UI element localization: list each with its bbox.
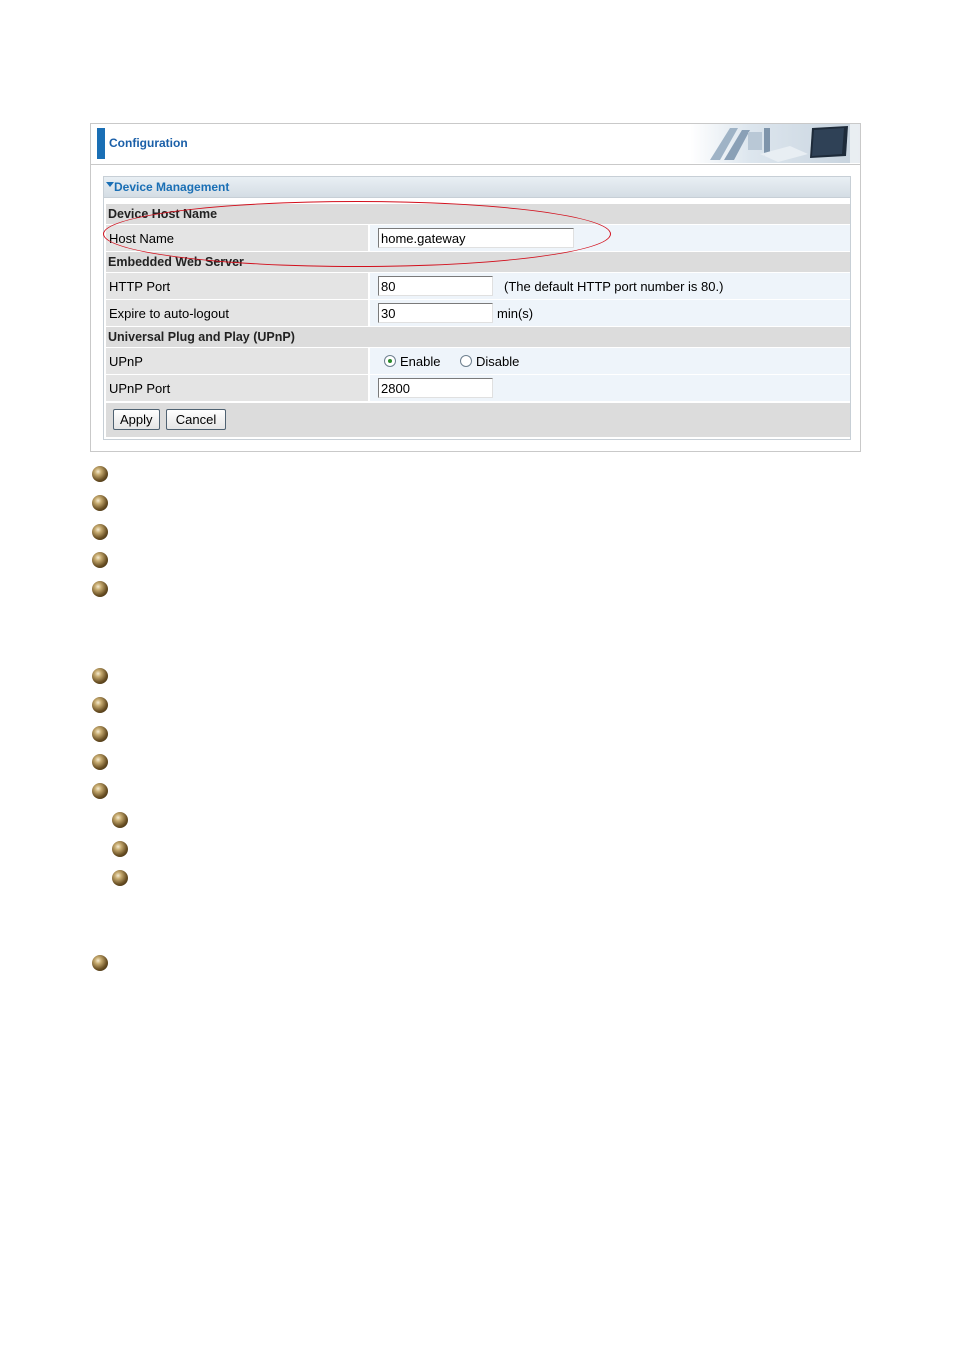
expire-unit: min(s)	[497, 306, 534, 321]
field-value-cell: Enable Disable	[370, 348, 850, 374]
upnp-label: UPnP	[109, 354, 143, 369]
device-management-title: Device Management	[114, 180, 230, 194]
field-label-cell: UPnP Port	[106, 375, 368, 401]
bullet-icon	[92, 754, 108, 770]
bullet-icon	[92, 955, 108, 971]
upnp-disable-radio[interactable]	[460, 355, 472, 367]
bullet-icon	[92, 466, 108, 482]
row-upnp: UPnP Enable Disable	[106, 348, 850, 374]
group-device-host-name: Device Host Name	[106, 204, 850, 224]
bullet-icon	[92, 668, 108, 684]
row-upnp-port: UPnP Port	[106, 375, 850, 401]
group-title: Embedded Web Server	[108, 255, 244, 269]
sub-bullet-icon	[112, 870, 128, 886]
header-accent-bar	[97, 128, 105, 159]
upnp-port-label: UPnP Port	[109, 381, 171, 396]
expire-input[interactable]	[378, 303, 493, 323]
group-title: Device Host Name	[108, 207, 218, 221]
bullet-icon	[92, 697, 108, 713]
bullet-icon	[92, 783, 108, 799]
http-port-label: HTTP Port	[109, 279, 171, 294]
field-label-cell: HTTP Port	[106, 273, 368, 299]
bullet-icon	[92, 726, 108, 742]
row-host-name: Host Name	[106, 225, 850, 251]
configuration-header: Configuration	[91, 124, 860, 165]
upnp-disable-label[interactable]: Disable	[476, 354, 519, 369]
cancel-button[interactable]: Cancel	[166, 409, 226, 430]
bullet-icon	[92, 495, 108, 511]
collapse-triangle-icon[interactable]	[106, 182, 114, 187]
host-name-label: Host Name	[109, 231, 175, 246]
http-port-note: (The default HTTP port number is 80.)	[504, 279, 724, 294]
button-row: Apply Cancel	[106, 403, 850, 437]
row-expire-auto-logout: Expire to auto-logout min(s)	[106, 300, 850, 326]
configuration-panel: Configuration Device Management Device H…	[90, 123, 861, 452]
row-http-port: HTTP Port (The default HTTP port number …	[106, 273, 850, 299]
field-label-cell: Expire to auto-logout	[106, 300, 368, 326]
bullet-icon	[92, 552, 108, 568]
group-upnp: Universal Plug and Play (UPnP)	[106, 327, 850, 347]
field-value-cell	[370, 375, 850, 401]
device-management-box: Device Management Device Host Name Host …	[103, 176, 851, 440]
device-management-title-bar[interactable]: Device Management	[104, 177, 850, 198]
bullet-icon	[92, 581, 108, 597]
field-value-cell: (The default HTTP port number is 80.)	[370, 273, 850, 299]
page-title: Configuration	[109, 136, 188, 150]
upnp-enable-radio[interactable]	[384, 355, 396, 367]
expire-label: Expire to auto-logout	[109, 306, 229, 321]
upnp-port-input[interactable]	[378, 378, 493, 398]
sub-bullet-icon	[112, 841, 128, 857]
http-port-input[interactable]	[378, 276, 493, 296]
field-value-cell	[370, 225, 850, 251]
bullet-icon	[92, 524, 108, 540]
office-banner-icon	[690, 124, 860, 163]
field-label-cell: UPnP	[106, 348, 368, 374]
host-name-input[interactable]	[378, 228, 574, 248]
field-value-cell: min(s)	[370, 300, 850, 326]
field-label-cell: Host Name	[106, 225, 368, 251]
upnp-enable-label[interactable]: Enable	[400, 354, 440, 369]
group-title: Universal Plug and Play (UPnP)	[108, 330, 295, 344]
sub-bullet-icon	[112, 812, 128, 828]
apply-button[interactable]: Apply	[113, 409, 160, 430]
group-embedded-web-server: Embedded Web Server	[106, 252, 850, 272]
